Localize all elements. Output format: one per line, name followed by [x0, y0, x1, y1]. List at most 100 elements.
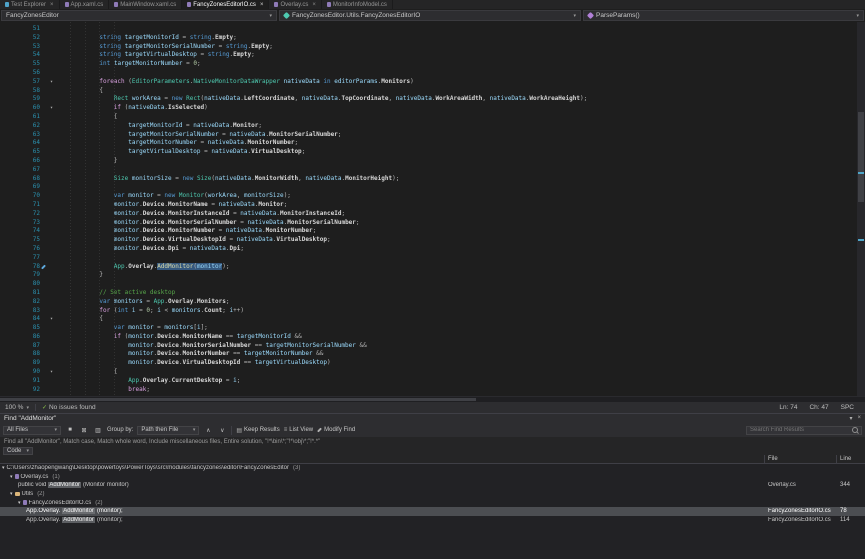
code-editor[interactable]: 5152 string targetMonitorId = string.Emp…	[0, 22, 865, 396]
find-result-match-row[interactable]: public void AddMonitor(Monitor monitor)O…	[0, 481, 865, 490]
find-results-header[interactable]: Find "AddMonitor" ▾ ×	[0, 414, 865, 423]
code-line-78[interactable]: 78 App.Overlay.AddMonitor(monitor);	[0, 263, 865, 272]
tab-monitorinfomodel-cs[interactable]: MonitorInfoModel.cs	[322, 0, 393, 9]
find-result-group-row[interactable]: ▾FancyZonesEditorIO.cs(2)	[0, 498, 865, 507]
health-indicator[interactable]: ✓ No issues found	[42, 404, 96, 411]
fold-collapse-icon[interactable]: ▾	[47, 78, 56, 87]
code-line-75[interactable]: 75 monitor.Device.VirtualDesktopId = nat…	[0, 236, 865, 245]
code-text: {	[56, 368, 865, 377]
glyph-margin	[40, 210, 47, 219]
vertical-scrollbar-thumb[interactable]	[858, 112, 864, 202]
code-line-58[interactable]: 58 {	[0, 87, 865, 96]
horizontal-scrollbar[interactable]	[0, 396, 865, 402]
close-tab-icon[interactable]: ×	[50, 2, 54, 8]
stop-search-icon[interactable]: ■	[65, 425, 75, 435]
scope-dropdown[interactable]: All Files ▾	[3, 426, 61, 435]
code-line-88[interactable]: 88 monitor.Device.MonitorNumber == targe…	[0, 350, 865, 359]
code-line-85[interactable]: 85 var monitor = monitors[i];	[0, 324, 865, 333]
code-line-82[interactable]: 82 var monitors = App.Overlay.Monitors;	[0, 298, 865, 307]
type-dropdown[interactable]: FancyZonesEditor.Utils.FancyZonesEditorI…	[279, 10, 581, 21]
expand-arrow-icon[interactable]: ▾	[10, 474, 13, 480]
code-line-53[interactable]: 53 string targetMonitorSerialNumber = st…	[0, 43, 865, 52]
tab-fancyzoneseditorio-cs[interactable]: FancyZonesEditorIO.cs×	[182, 0, 269, 9]
code-line-92[interactable]: 92 break;	[0, 386, 865, 395]
code-line-79[interactable]: 79 }	[0, 271, 865, 280]
code-line-55[interactable]: 55 int targetMonitorNumber = 0;	[0, 60, 865, 69]
code-line-68[interactable]: 68 Size monitorSize = new Size(nativeDat…	[0, 175, 865, 184]
fold-collapse-icon[interactable]: ▾	[47, 315, 56, 324]
group-by-label: Group by:	[107, 427, 133, 433]
code-line-80[interactable]: 80	[0, 280, 865, 289]
find-result-group-row[interactable]: ▾Utils(2)	[0, 490, 865, 499]
code-line-60[interactable]: 60▾ if (nativeData.IsSelected)	[0, 104, 865, 113]
find-result-match-row[interactable]: App.Overlay.AddMonitor(monitor);FancyZon…	[0, 507, 865, 516]
collapse-all-icon[interactable]: ∧	[203, 425, 213, 435]
tab-mainwindow-xaml-cs[interactable]: MainWindow.xaml.cs	[109, 0, 182, 9]
code-line-64[interactable]: 64 targetMonitorNumber = nativeData.Moni…	[0, 139, 865, 148]
code-line-59[interactable]: 59 Rect workArea = new Rect(nativeData.L…	[0, 95, 865, 104]
code-line-52[interactable]: 52 string targetMonitorId = string.Empty…	[0, 34, 865, 43]
window-position-icon[interactable]: ▾	[849, 415, 852, 422]
clear-results-icon[interactable]: ⊠	[79, 425, 89, 435]
code-line-72[interactable]: 72 monitor.Device.MonitorInstanceId = na…	[0, 210, 865, 219]
fold-collapse-icon[interactable]: ▾	[47, 104, 56, 113]
code-line-86[interactable]: 86 if (monitor.Device.MonitorName == tar…	[0, 333, 865, 342]
keep-results-toggle[interactable]: ▤ Keep Results	[236, 427, 279, 434]
code-line-89[interactable]: 89 monitor.Device.VirtualDesktopId == ta…	[0, 359, 865, 368]
code-line-91[interactable]: 91 App.Overlay.CurrentDesktop = i;	[0, 377, 865, 386]
space-mode-indicator[interactable]: SPC	[841, 404, 854, 411]
column-header-name[interactable]	[0, 455, 765, 463]
tab-app-xaml-cs[interactable]: App.xaml.cs	[60, 0, 110, 9]
close-tab-icon[interactable]: ×	[260, 2, 264, 8]
code-line-67[interactable]: 67	[0, 166, 865, 175]
modify-find-button[interactable]: Modify Find	[317, 427, 355, 433]
expand-all-icon[interactable]: ∨	[217, 425, 227, 435]
code-line-70[interactable]: 70 var monitor = new Monitor(workArea, m…	[0, 192, 865, 201]
vertical-scrollbar[interactable]	[857, 22, 865, 396]
code-line-62[interactable]: 62 targetMonitorId = nativeData.Monitor;	[0, 122, 865, 131]
code-line-57[interactable]: 57▾ foreach (EditorParameters.NativeMoni…	[0, 78, 865, 87]
tab-test-explorer[interactable]: Test Explorer×	[0, 0, 60, 9]
code-line-51[interactable]: 51	[0, 25, 865, 34]
code-line-65[interactable]: 65 targetVirtualDesktop = nativeData.Vir…	[0, 148, 865, 157]
code-line-87[interactable]: 87 monitor.Device.MonitorSerialNumber ==…	[0, 342, 865, 351]
search-find-results-input[interactable]	[750, 427, 849, 433]
member-dropdown[interactable]: ParseParams() ▾	[583, 10, 864, 21]
code-line-73[interactable]: 73 monitor.Device.MonitorSerialNumber = …	[0, 219, 865, 228]
find-result-group-row[interactable]: ▾Overlay.cs(1)	[0, 473, 865, 482]
zoom-control[interactable]: 100 % ▾	[5, 404, 29, 411]
column-header-file[interactable]: File	[765, 455, 837, 463]
expand-arrow-icon[interactable]: ▾	[10, 491, 13, 497]
horizontal-scrollbar-thumb[interactable]	[0, 398, 476, 401]
expand-arrow-icon[interactable]: ▾	[18, 500, 21, 506]
close-tab-icon[interactable]: ×	[312, 2, 316, 8]
code-line-90[interactable]: 90▾ {	[0, 368, 865, 377]
code-line-61[interactable]: 61 {	[0, 113, 865, 122]
code-line-83[interactable]: 83 for (int i = 0; i < monitors.Count; i…	[0, 307, 865, 316]
column-header-line[interactable]: Line	[837, 455, 865, 463]
code-line-77[interactable]: 77	[0, 254, 865, 263]
code-line-81[interactable]: 81 // Set active desktop	[0, 289, 865, 298]
tab-overlay-cs[interactable]: Overlay.cs×	[269, 0, 321, 9]
results-view-dropdown[interactable]: Code ▾	[3, 447, 33, 455]
search-find-results-box[interactable]	[746, 426, 862, 435]
project-dropdown[interactable]: FancyZonesEditor ▾	[1, 10, 277, 21]
code-line-56[interactable]: 56	[0, 69, 865, 78]
find-result-group-row[interactable]: ▾C:\Users\zhaopengwang\Desktop\powertoys…	[0, 464, 865, 473]
code-line-74[interactable]: 74 monitor.Device.MonitorNumber = native…	[0, 227, 865, 236]
copy-results-icon[interactable]: ▥	[93, 425, 103, 435]
code-line-71[interactable]: 71 monitor.Device.MonitorName = nativeDa…	[0, 201, 865, 210]
code-line-69[interactable]: 69	[0, 183, 865, 192]
code-line-54[interactable]: 54 string targetVirtualDesktop = string.…	[0, 51, 865, 60]
code-line-63[interactable]: 63 targetMonitorSerialNumber = nativeDat…	[0, 131, 865, 140]
group-by-dropdown[interactable]: Path then File ▾	[137, 426, 199, 435]
list-view-toggle[interactable]: ≡ List View	[284, 427, 313, 433]
code-line-66[interactable]: 66 }	[0, 157, 865, 166]
find-result-match-row[interactable]: App.Overlay.AddMonitor(monitor);FancyZon…	[0, 516, 865, 525]
scope-dropdown-label: All Files	[7, 427, 28, 433]
code-line-84[interactable]: 84▾ {	[0, 315, 865, 324]
expand-arrow-icon[interactable]: ▾	[2, 465, 5, 471]
code-line-76[interactable]: 76 monitor.Device.Dpi = nativeData.Dpi;	[0, 245, 865, 254]
fold-collapse-icon[interactable]: ▾	[47, 368, 56, 377]
close-icon[interactable]: ×	[857, 415, 861, 422]
